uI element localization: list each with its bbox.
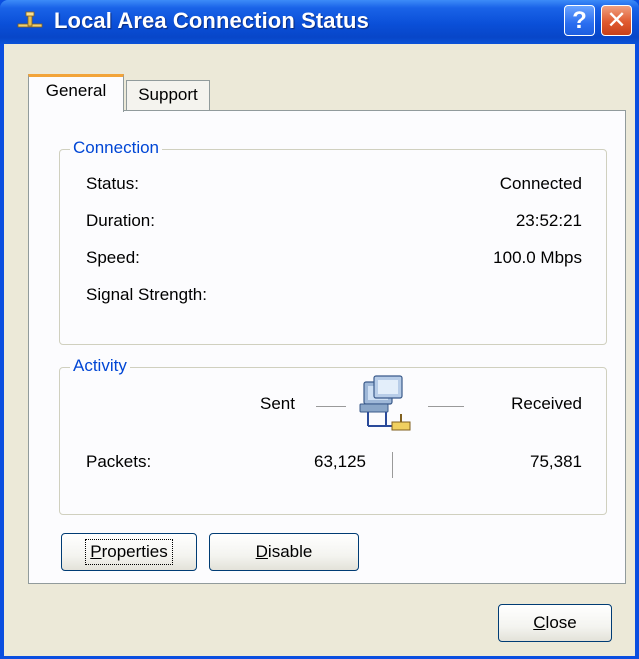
sent-connector-line xyxy=(316,406,346,407)
packets-sent-value: 63,125 xyxy=(314,452,366,471)
window-title: Local Area Connection Status xyxy=(54,8,369,33)
dialog-client-area: General Support Connection Status: Conne… xyxy=(4,44,635,656)
title-bar[interactable]: Local Area Connection Status ? ✕ xyxy=(0,0,639,44)
sent-label: Sent xyxy=(260,394,295,413)
disable-button[interactable]: Disable xyxy=(209,533,359,571)
speed-value: 100.0 Mbps xyxy=(493,248,582,267)
status-label: Status: xyxy=(86,174,139,193)
connection-legend: Connection xyxy=(70,138,163,158)
disable-button-label: Disable xyxy=(256,542,313,562)
network-connection-icon xyxy=(17,11,43,28)
close-icon: ✕ xyxy=(606,7,627,34)
activity-legend: Activity xyxy=(70,356,130,376)
tab-general[interactable]: General xyxy=(28,74,124,112)
signal-strength-label: Signal Strength: xyxy=(86,285,207,304)
packets-received-value: 75,381 xyxy=(530,452,582,471)
help-icon: ? xyxy=(572,6,587,34)
duration-label: Duration: xyxy=(86,211,155,230)
tab-support-label: Support xyxy=(138,85,198,104)
properties-label-rest: roperties xyxy=(101,542,168,561)
connection-group: Connection Status: Connected Duration: 2… xyxy=(59,138,607,345)
packets-label: Packets: xyxy=(86,452,152,471)
tab-general-label: General xyxy=(45,81,107,100)
properties-mnemonic: P xyxy=(90,542,102,561)
received-label: Received xyxy=(511,394,582,413)
received-connector-line xyxy=(428,406,464,407)
close-mnemonic: C xyxy=(533,613,546,632)
duration-value: 23:52:21 xyxy=(515,211,582,230)
properties-button-label: Properties xyxy=(85,539,173,565)
close-button-label: Close xyxy=(533,613,576,633)
tab-support[interactable]: Support xyxy=(126,80,210,111)
packets-divider xyxy=(392,452,393,478)
close-button[interactable]: Close xyxy=(498,604,612,642)
network-computers-icon xyxy=(359,375,411,431)
title-close-button[interactable]: ✕ xyxy=(601,5,632,36)
properties-button[interactable]: Properties xyxy=(61,533,197,571)
close-label-rest: lose xyxy=(545,613,577,632)
activity-group: Activity Sent Received Packets: 63,125 7… xyxy=(59,356,607,515)
speed-label: Speed: xyxy=(86,248,140,267)
disable-mnemonic: D xyxy=(255,542,268,561)
general-tab-panel: Connection Status: Connected Duration: 2… xyxy=(28,110,626,584)
status-value: Connected xyxy=(499,174,582,193)
dialog-window: Local Area Connection Status ? ✕ General… xyxy=(0,0,639,659)
help-button[interactable]: ? xyxy=(564,5,595,36)
disable-label-rest: isable xyxy=(267,542,313,561)
